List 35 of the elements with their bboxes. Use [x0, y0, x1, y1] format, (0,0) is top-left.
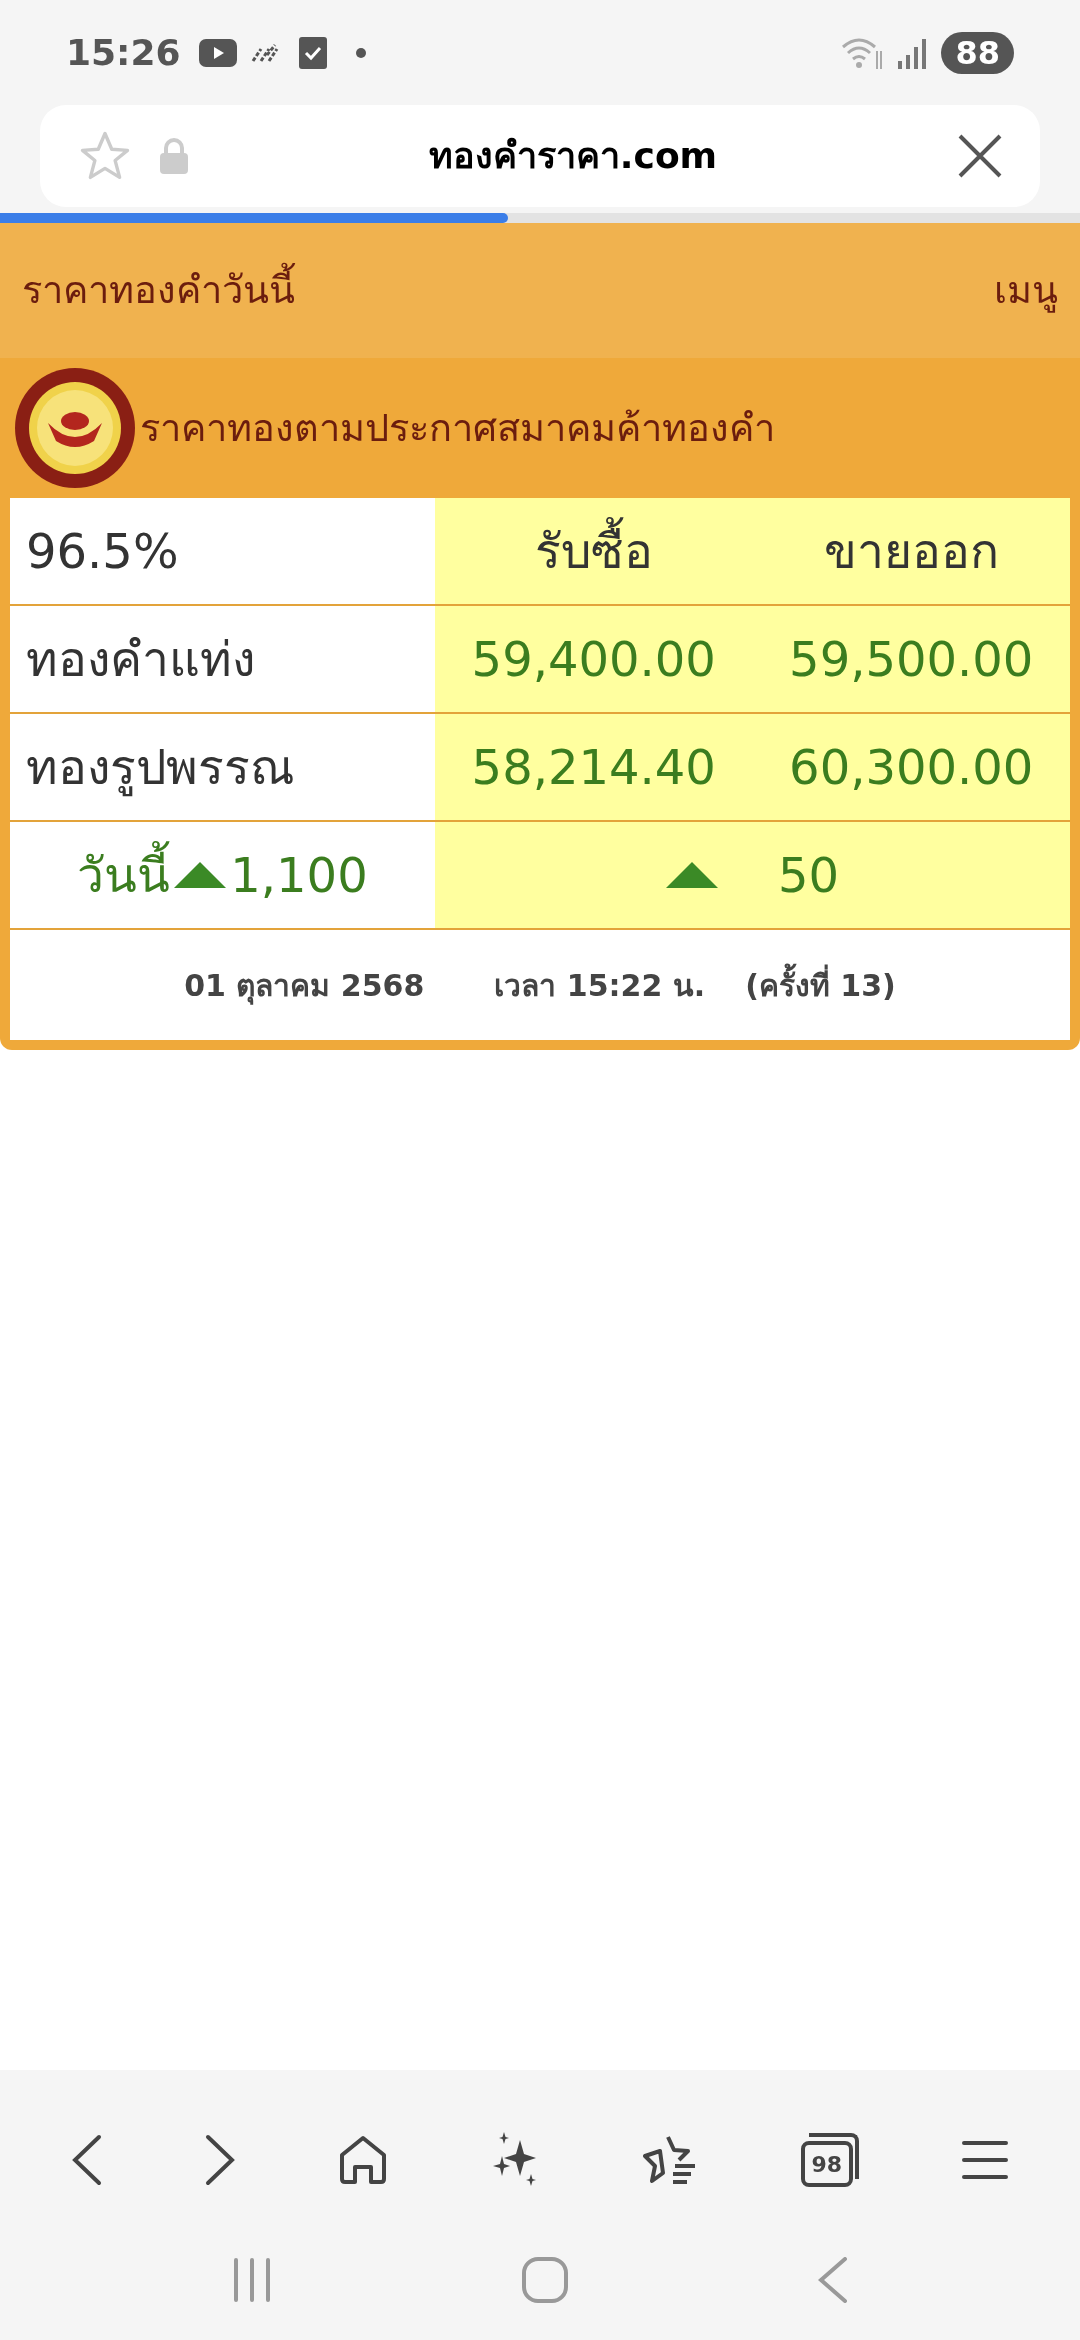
checkbox-icon: [298, 36, 327, 69]
home-button-icon[interactable]: [522, 2257, 568, 2303]
back-icon[interactable]: [71, 2134, 102, 2186]
product-name: ทองรูปพรรณ: [25, 738, 296, 799]
sell-price: 60,300.00: [752, 714, 1070, 820]
product-name: ทองคำแท่ง: [25, 630, 256, 689]
today-label: วันนี้: [77, 839, 171, 911]
update-round: (ครั้งที่ 13): [745, 962, 896, 1008]
section-title: ราคาทองตามประกาศสมาคมค้าทองคำ: [140, 404, 775, 452]
purity-label: 96.5%: [25, 522, 180, 581]
menu-link[interactable]: เมนู: [994, 262, 1058, 319]
change-amount: 50: [777, 846, 840, 905]
site-title[interactable]: ราคาทองคำวันนี้: [22, 262, 295, 319]
home-icon[interactable]: [338, 2135, 387, 2185]
forward-icon[interactable]: [205, 2134, 236, 2186]
update-date: 01 ตุลาคม 2568: [184, 966, 425, 1007]
battery-level: 88: [941, 31, 1014, 74]
video-icon: [198, 38, 237, 67]
dot-icon: [354, 46, 367, 59]
page-url: ทองคำราคา.com: [427, 134, 719, 178]
clock-time: 15:26: [66, 30, 181, 75]
signal-icon: [897, 36, 928, 69]
back-nav-icon[interactable]: [818, 2257, 848, 2303]
buy-price: 59,400.00: [435, 606, 753, 712]
column-header: รับซื้อ: [435, 498, 753, 604]
buy-price: 58,214.40: [435, 714, 753, 820]
close-icon[interactable]: [958, 134, 1002, 178]
change-amount: 1,100: [230, 846, 368, 905]
column-header: ขายออก: [752, 498, 1070, 604]
menu-icon[interactable]: [962, 2140, 1009, 2180]
sell-price: 59,500.00: [752, 606, 1070, 712]
update-time: เวลา 15:22 น.: [494, 966, 706, 1005]
recent-apps-icon[interactable]: [232, 2258, 272, 2302]
lock-icon: [160, 138, 188, 174]
address-bar[interactable]: ทองคำราคา.com: [40, 105, 1040, 207]
